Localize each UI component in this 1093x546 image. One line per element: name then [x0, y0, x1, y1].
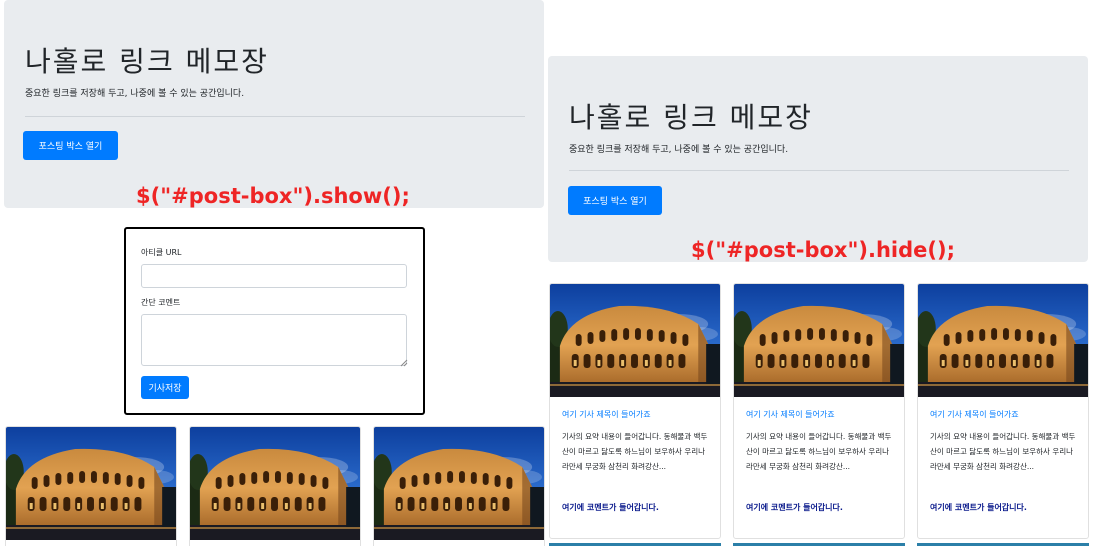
card-text: 기사의 요약 내용이 들어갑니다. 동해물과 백두산이 마르고 닳도록 하느님이…	[746, 432, 892, 471]
url-label: 아티클 URL	[141, 248, 182, 257]
card-3[interactable]: 여기 기사 제목이 들어가죠 기사의 요약 내용이 들어갑니다. 동해물과 백두…	[917, 283, 1089, 539]
open-post-box-button[interactable]: 포스팅 박스 열기	[23, 131, 118, 160]
colosseum-image	[918, 284, 1088, 397]
colosseum-image	[550, 284, 720, 397]
divider	[25, 116, 525, 117]
card-comment: 여기에 코멘트가 들어갑니다.	[562, 503, 659, 512]
card-title-link[interactable]: 여기 기사 제목이 들어가죠	[562, 409, 651, 420]
colosseum-image	[734, 284, 904, 397]
resize-grip-icon[interactable]	[400, 359, 408, 367]
card-1[interactable]: 여기 기사 제목이 들어가죠 기사의 요약 내용이 들어갑니다. 동해물과 백두…	[549, 283, 721, 539]
colosseum-image	[6, 427, 176, 540]
card-comment: 여기에 코멘트가 들어갑니다.	[746, 503, 843, 512]
page-lead: 중요한 링크를 저장해 두고, 나중에 볼 수 있는 공간입니다.	[569, 145, 789, 155]
card-comment: 여기에 코멘트가 들어갑니다.	[930, 503, 1027, 512]
card-title-link[interactable]: 여기 기사 제목이 들어가죠	[746, 409, 835, 420]
colosseum-image	[190, 427, 360, 540]
card-2[interactable]: 여기 기사 제목이 들어가죠 기사의 요약 내용이 들어갑니다. 동해물과 백두…	[733, 283, 905, 539]
colosseum-image	[374, 427, 544, 540]
post-box: 아티클 URL 간단 코멘트 기사저장	[124, 227, 425, 415]
card-text: 기사의 요약 내용이 들어갑니다. 동해물과 백두산이 마르고 닳도록 하느님이…	[562, 432, 708, 471]
hide-code-annotation: $("#post-box").hide();	[691, 238, 955, 262]
card-text: 기사의 요약 내용이 들어갑니다. 동해물과 백두산이 마르고 닳도록 하느님이…	[930, 432, 1076, 471]
page-title: 나홀로 링크 메모장	[25, 45, 269, 78]
save-article-button[interactable]: 기사저장	[141, 376, 189, 399]
open-post-box-button[interactable]: 포스팅 박스 열기	[568, 186, 662, 215]
url-input[interactable]	[141, 264, 407, 288]
card-left-3[interactable]	[373, 426, 545, 546]
page-lead: 중요한 링크를 저장해 두고, 나중에 볼 수 있는 공간입니다.	[25, 89, 245, 99]
divider	[569, 170, 1069, 171]
jumbotron-right: 나홀로 링크 메모장 중요한 링크를 저장해 두고, 나중에 볼 수 있는 공간…	[548, 56, 1088, 262]
card-title-link[interactable]: 여기 기사 제목이 들어가죠	[930, 409, 1019, 420]
show-code-annotation: $("#post-box").show();	[136, 184, 410, 208]
comment-textarea[interactable]	[141, 314, 407, 366]
card-left-2[interactable]	[189, 426, 361, 546]
jumbotron-left: 나홀로 링크 메모장 중요한 링크를 저장해 두고, 나중에 볼 수 있는 공간…	[4, 0, 544, 208]
card-left-1[interactable]	[5, 426, 177, 546]
comment-label: 간단 코멘트	[141, 298, 181, 307]
page-title: 나홀로 링크 메모장	[569, 101, 813, 134]
